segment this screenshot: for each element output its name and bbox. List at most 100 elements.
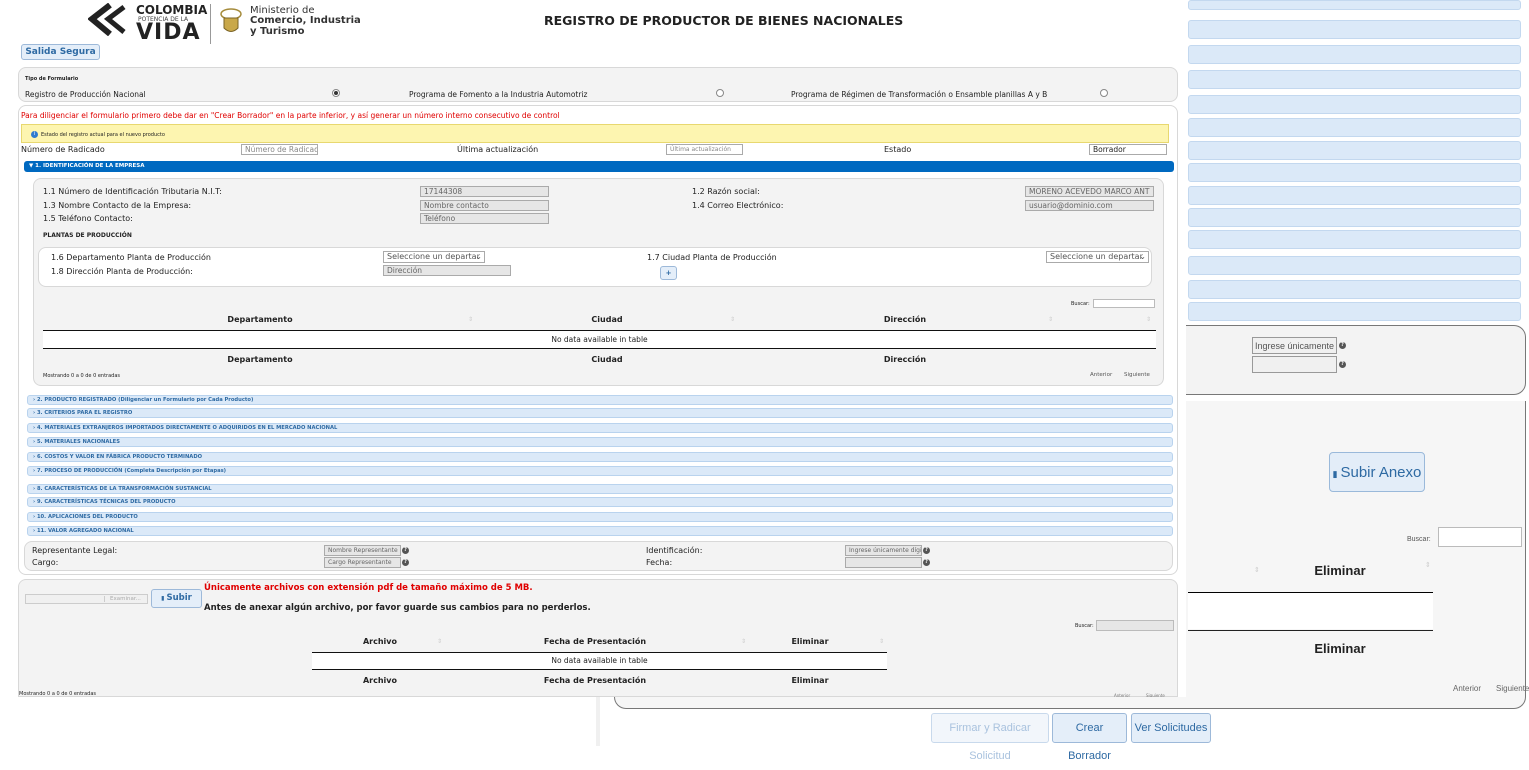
- cargo-input[interactable]: Cargo Representante: [324, 557, 401, 568]
- right-stripe: [1188, 280, 1521, 299]
- divider: [596, 697, 600, 746]
- plant-table-info: Mostrando 0 a 0 de 0 entradas: [43, 373, 121, 379]
- upload-foot-archivo: Archivo: [362, 676, 398, 685]
- right-stripe: [1188, 95, 1521, 114]
- nit-input[interactable]: 17144308: [420, 186, 549, 197]
- plant-search-label: Buscar:: [1071, 301, 1090, 307]
- logout-button[interactable]: Salida Segura: [21, 44, 100, 60]
- section-8-header[interactable]: › 8. CARACTERÍSTICAS DE LA TRANSFORMACIÓ…: [27, 484, 1173, 494]
- fecha-input[interactable]: [845, 557, 922, 568]
- file-input[interactable]: Examinar...: [25, 594, 148, 604]
- right-col-eliminar[interactable]: Eliminar: [1305, 563, 1375, 578]
- section-9-header[interactable]: › 9. CARACTERÍSTICAS TÉCNICAS DEL PRODUC…: [27, 497, 1173, 507]
- section-7-header[interactable]: › 7. PROCESO DE PRODUCCIÓN (Completa Des…: [27, 466, 1173, 476]
- help-icon: ?: [1339, 342, 1346, 349]
- help-icon: ?: [1339, 361, 1346, 368]
- contacto-input[interactable]: Nombre contacto: [420, 200, 549, 211]
- right-search-input[interactable]: [1438, 527, 1522, 547]
- section-6-header[interactable]: › 6. COSTOS Y VALOR EN FÁBRICA PRODUCTO …: [27, 452, 1173, 462]
- section-4-header[interactable]: › 4. MATERIALES EXTRANJEROS IMPORTADOS D…: [27, 423, 1173, 433]
- depto-label: 1.6 Departamento Planta de Producción: [51, 253, 211, 262]
- ministry-line3: y Turismo: [250, 26, 305, 37]
- legal-panel: [24, 541, 1173, 571]
- plant-next-link[interactable]: Siguiente: [1124, 372, 1150, 378]
- razon-input[interactable]: MORENO ACEVEDO MARCO ANT: [1025, 186, 1154, 197]
- upload-col-eliminar[interactable]: Eliminar: [775, 637, 845, 646]
- sort-icon: ⇕: [879, 638, 885, 645]
- add-plant-button[interactable]: +: [660, 266, 677, 280]
- subir-anexo-button[interactable]: ▮ Subir Anexo: [1329, 452, 1425, 492]
- section-10-header[interactable]: › 10. APLICACIONES DEL PRODUCTO: [27, 512, 1173, 522]
- sort-icon: ⇕: [1425, 561, 1431, 569]
- sort-icon: ⇕: [437, 638, 443, 645]
- upload-foot-eliminar: Eliminar: [791, 676, 829, 685]
- ciudad-select[interactable]: Seleccione un departar ⌄: [1046, 251, 1149, 263]
- right-foot-eliminar: Eliminar: [1314, 641, 1366, 656]
- section-3-header[interactable]: › 3. CRITERIOS PARA EL REGISTRO: [27, 408, 1173, 418]
- fecha-label: Fecha:: [646, 558, 673, 567]
- divider: [312, 669, 887, 670]
- create-draft-button[interactable]: Crear Borrador: [1052, 713, 1127, 762]
- subir-button[interactable]: ▮ Subir: [151, 589, 202, 608]
- update-input[interactable]: Última actualización: [666, 144, 743, 155]
- contacto-label: 1.3 Nombre Contacto de la Empresa:: [43, 201, 192, 210]
- right-next-link[interactable]: Siguiente: [1496, 684, 1529, 693]
- update-label: Última actualización: [457, 145, 539, 154]
- tel-input[interactable]: Teléfono: [420, 213, 549, 224]
- plant-col-ciudad[interactable]: Ciudad: [547, 315, 667, 324]
- ciudad-label: 1.7 Ciudad Planta de Producción: [647, 253, 777, 262]
- ministry-line2: Comercio, Industria: [250, 15, 361, 26]
- radicado-input[interactable]: Número de Radicado: [241, 144, 318, 155]
- radio-produccion[interactable]: [332, 89, 340, 97]
- right-stripe: [1188, 45, 1521, 64]
- browse-label: Examinar...: [104, 596, 141, 602]
- plantas-heading: PLANTAS DE PRODUCCIÓN: [43, 232, 132, 239]
- upload-search-input[interactable]: [1096, 620, 1174, 631]
- dir-input[interactable]: Dirección: [383, 265, 511, 276]
- right-stripe: [1188, 163, 1521, 182]
- correo-label: 1.4 Correo Electrónico:: [692, 201, 784, 210]
- view-requests-button[interactable]: Ver Solicitudes: [1131, 713, 1211, 743]
- coat-of-arms-icon: [218, 6, 244, 36]
- section-2-header[interactable]: › 2. PRODUCTO REGISTRADO (Diligenciar un…: [27, 395, 1173, 405]
- logo-line3: VIDA: [136, 20, 201, 45]
- right-prev-link[interactable]: Anterior: [1453, 684, 1481, 693]
- plant-col-depto[interactable]: Departamento: [200, 315, 320, 324]
- plant-search-input[interactable]: [1093, 299, 1155, 308]
- sign-button[interactable]: Firmar y Radicar Solicitud: [931, 713, 1049, 762]
- plant-col-dir[interactable]: Dirección: [845, 315, 965, 324]
- estado-input[interactable]: Borrador: [1089, 144, 1167, 155]
- section1-header[interactable]: ▼ 1. IDENTIFICACIÓN DE LA EMPRESA: [24, 161, 1174, 172]
- upload-col-fecha[interactable]: Fecha de Presentación: [535, 637, 655, 646]
- sort-icon: ⇕: [1048, 316, 1054, 323]
- rep-input[interactable]: Nombre Representante: [324, 545, 401, 556]
- right-digits-input[interactable]: Ingrese únicamente dígitos: [1252, 337, 1337, 354]
- form-type-option-1: Registro de Producción Nacional: [25, 90, 146, 99]
- right-date-input[interactable]: [1252, 356, 1337, 373]
- section-11-header[interactable]: › 11. VALOR AGREGADO NACIONAL: [27, 526, 1173, 536]
- plant-prev-link[interactable]: Anterior: [1090, 372, 1112, 378]
- depto-select-value: Seleccione un departar: [387, 252, 480, 261]
- plant-foot-ciudad: Ciudad: [591, 355, 623, 364]
- status-info-text: Estado del registro actual para el nuevo…: [41, 132, 165, 138]
- right-digits-panel: Ingrese únicamente dígitos ? ?: [1185, 325, 1526, 395]
- depto-select[interactable]: Seleccione un departar ⌄: [383, 251, 485, 263]
- section-5-header[interactable]: › 5. MATERIALES NACIONALES: [27, 437, 1173, 447]
- upload-col-archivo[interactable]: Archivo: [330, 637, 430, 646]
- id-input[interactable]: Ingrese únicamente dígit: [845, 545, 922, 556]
- form-type-option-2: Programa de Fomento a la Industria Autom…: [409, 90, 588, 99]
- form-type-panel: Tipo de Formulario Registro de Producció…: [18, 67, 1178, 102]
- nit-label: 1.1 Número de Identificación Tributaria …: [43, 187, 222, 196]
- id-label: Identificación:: [646, 546, 703, 555]
- right-upload-panel-bottom: [614, 697, 1526, 709]
- plant-foot-dir: Dirección: [883, 355, 927, 364]
- rep-label: Representante Legal:: [32, 546, 118, 555]
- upload-note: Antes de anexar algún archivo, por favor…: [204, 603, 591, 613]
- tel-label: 1.5 Teléfono Contacto:: [43, 214, 133, 223]
- radio-transformacion[interactable]: [1100, 89, 1108, 97]
- right-stripe: [1188, 230, 1521, 249]
- radio-automotriz[interactable]: [716, 89, 724, 97]
- right-stripe: [1188, 0, 1521, 10]
- correo-input[interactable]: usuario@dominio.com: [1025, 200, 1154, 211]
- sort-icon: ⇕: [741, 638, 747, 645]
